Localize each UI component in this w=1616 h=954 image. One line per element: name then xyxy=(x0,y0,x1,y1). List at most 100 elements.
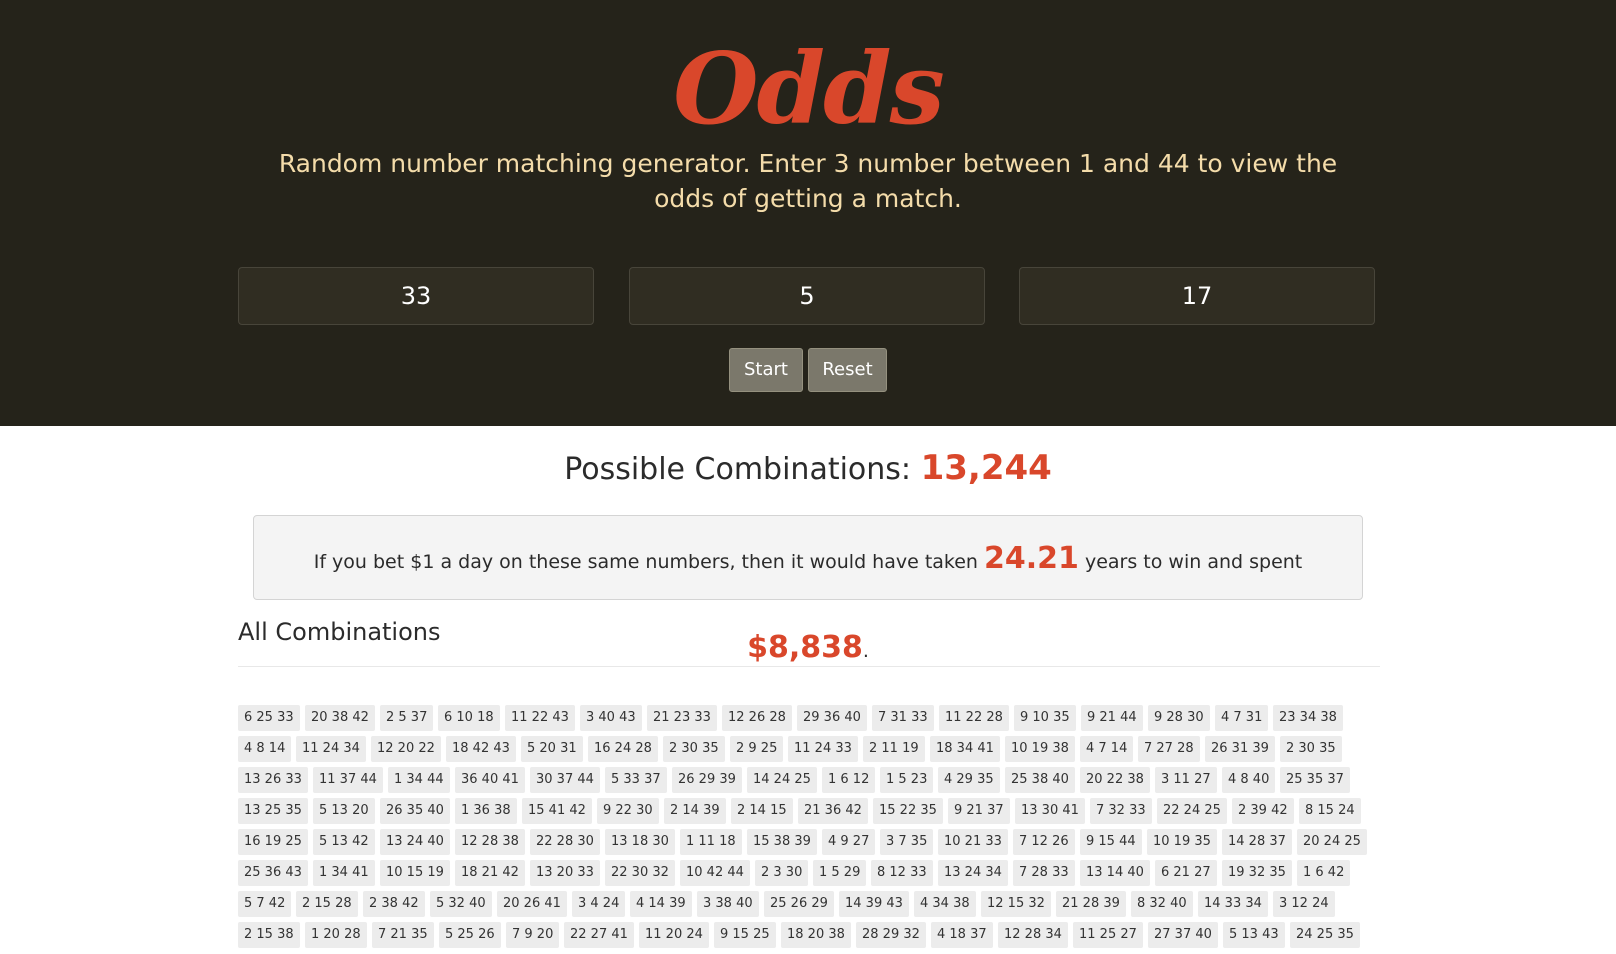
combination-chip: 8 32 40 xyxy=(1131,891,1193,917)
combination-chip: 3 40 43 xyxy=(580,705,642,731)
combination-chip: 21 36 42 xyxy=(798,798,868,824)
combination-chip: 36 40 41 xyxy=(455,767,525,793)
combination-chip: 4 14 39 xyxy=(630,891,692,917)
tagline: Random number matching generator. Enter … xyxy=(278,149,1338,213)
combination-chip: 5 32 40 xyxy=(430,891,492,917)
combination-chip: 25 38 40 xyxy=(1005,767,1075,793)
combination-chip: 4 9 27 xyxy=(822,829,876,855)
bet-prefix: If you bet $1 a day on these same number… xyxy=(313,551,978,573)
combination-chip: 2 14 39 xyxy=(664,798,726,824)
combination-chip: 7 21 35 xyxy=(372,922,434,948)
combination-chip: 9 21 44 xyxy=(1081,705,1143,731)
combination-chip: 1 34 44 xyxy=(388,767,450,793)
combination-chip: 8 15 24 xyxy=(1299,798,1361,824)
combination-chip: 11 37 44 xyxy=(313,767,383,793)
combination-chip: 5 20 31 xyxy=(521,736,583,762)
combination-chip: 9 15 44 xyxy=(1080,829,1142,855)
combination-chip: 6 10 18 xyxy=(438,705,500,731)
combination-chip: 1 36 38 xyxy=(455,798,517,824)
combination-chip: 1 20 28 xyxy=(305,922,367,948)
combination-chip: 1 34 41 xyxy=(313,860,375,886)
combination-chip: 7 31 33 xyxy=(872,705,934,731)
combination-chip: 2 3 30 xyxy=(755,860,809,886)
combination-chip: 20 26 41 xyxy=(497,891,567,917)
combination-chip: 9 10 35 xyxy=(1014,705,1076,731)
combination-chip: 15 41 42 xyxy=(522,798,592,824)
combination-chip: 1 11 18 xyxy=(680,829,742,855)
divider xyxy=(238,666,1380,667)
number-input-3[interactable] xyxy=(1019,267,1375,325)
combination-chip: 10 21 33 xyxy=(938,829,1008,855)
combination-chip: 13 18 30 xyxy=(605,829,675,855)
combination-chip: 11 25 27 xyxy=(1073,922,1143,948)
combination-chip: 12 26 28 xyxy=(722,705,792,731)
combination-chip: 3 12 24 xyxy=(1273,891,1335,917)
combination-chip: 4 7 14 xyxy=(1080,736,1134,762)
combination-chip: 28 29 32 xyxy=(856,922,926,948)
combination-chip: 25 35 37 xyxy=(1280,767,1350,793)
combination-chip: 2 38 42 xyxy=(363,891,425,917)
combination-chip: 10 19 38 xyxy=(1005,736,1075,762)
combination-chip: 7 9 20 xyxy=(506,922,560,948)
combination-chip: 15 38 39 xyxy=(747,829,817,855)
combination-chip: 8 12 33 xyxy=(871,860,933,886)
combination-chip: 5 13 42 xyxy=(313,829,375,855)
combination-chip: 9 15 25 xyxy=(714,922,776,948)
combination-chip: 7 28 33 xyxy=(1013,860,1075,886)
combination-chip: 4 29 35 xyxy=(938,767,1000,793)
start-button[interactable]: Start xyxy=(729,348,803,392)
combinations-label: Possible Combinations: xyxy=(564,452,912,487)
combination-chip: 21 28 39 xyxy=(1056,891,1126,917)
combination-chip: 22 28 30 xyxy=(530,829,600,855)
combination-chip: 11 22 28 xyxy=(939,705,1009,731)
combination-chip: 11 20 24 xyxy=(639,922,709,948)
combination-chip: 12 28 34 xyxy=(998,922,1068,948)
combination-chip: 20 22 38 xyxy=(1080,767,1150,793)
combination-chip: 22 24 25 xyxy=(1157,798,1227,824)
combination-chip: 7 27 28 xyxy=(1138,736,1200,762)
number-input-1[interactable] xyxy=(238,267,594,325)
combination-chip: 10 42 44 xyxy=(680,860,750,886)
combination-chip: 3 4 24 xyxy=(572,891,626,917)
combination-chip: 13 14 40 xyxy=(1080,860,1150,886)
combination-chip: 5 7 42 xyxy=(238,891,292,917)
combination-chip: 4 8 40 xyxy=(1222,767,1276,793)
combination-chip: 4 34 38 xyxy=(914,891,976,917)
combination-chip: 27 37 40 xyxy=(1148,922,1218,948)
possible-combinations: Possible Combinations: 13,244 xyxy=(0,448,1616,490)
number-input-2[interactable] xyxy=(629,267,985,325)
combination-chip: 22 30 32 xyxy=(605,860,675,886)
bet-summary: If you bet $1 a day on these same number… xyxy=(253,515,1363,665)
combination-chip: 12 20 22 xyxy=(371,736,441,762)
combination-chip: 3 11 27 xyxy=(1155,767,1217,793)
combination-chip: 1 5 29 xyxy=(813,860,867,886)
combination-chip: 29 36 40 xyxy=(797,705,867,731)
combination-chip: 14 28 37 xyxy=(1222,829,1292,855)
combination-chip: 13 20 33 xyxy=(530,860,600,886)
combination-chip: 19 32 35 xyxy=(1222,860,1292,886)
combination-chip: 3 38 40 xyxy=(697,891,759,917)
combination-chip: 2 14 15 xyxy=(731,798,793,824)
combination-chip: 15 22 35 xyxy=(873,798,943,824)
combination-chip: 1 6 12 xyxy=(822,767,876,793)
combination-chip: 13 25 35 xyxy=(238,798,308,824)
combination-chip: 7 32 33 xyxy=(1090,798,1152,824)
combination-chip: 2 30 35 xyxy=(1280,736,1342,762)
reset-button[interactable]: Reset xyxy=(808,348,887,392)
combination-chip: 11 22 43 xyxy=(505,705,575,731)
bet-suffix: . xyxy=(862,640,869,662)
combination-chip: 2 11 19 xyxy=(863,736,925,762)
all-combinations-title: All Combinations xyxy=(238,618,441,646)
combination-chip: 18 21 42 xyxy=(455,860,525,886)
combination-chip: 13 24 40 xyxy=(380,829,450,855)
spent-value: $8,838 xyxy=(747,630,863,665)
combination-chip: 26 35 40 xyxy=(380,798,450,824)
combination-chip: 6 21 27 xyxy=(1155,860,1217,886)
combination-chip: 2 9 25 xyxy=(730,736,784,762)
combination-chip: 13 30 41 xyxy=(1015,798,1085,824)
combination-chip: 14 39 43 xyxy=(839,891,909,917)
combination-chip: 21 23 33 xyxy=(647,705,717,731)
combination-chip: 24 25 35 xyxy=(1290,922,1360,948)
combination-chip: 6 25 33 xyxy=(238,705,300,731)
combination-chip: 2 15 38 xyxy=(238,922,300,948)
